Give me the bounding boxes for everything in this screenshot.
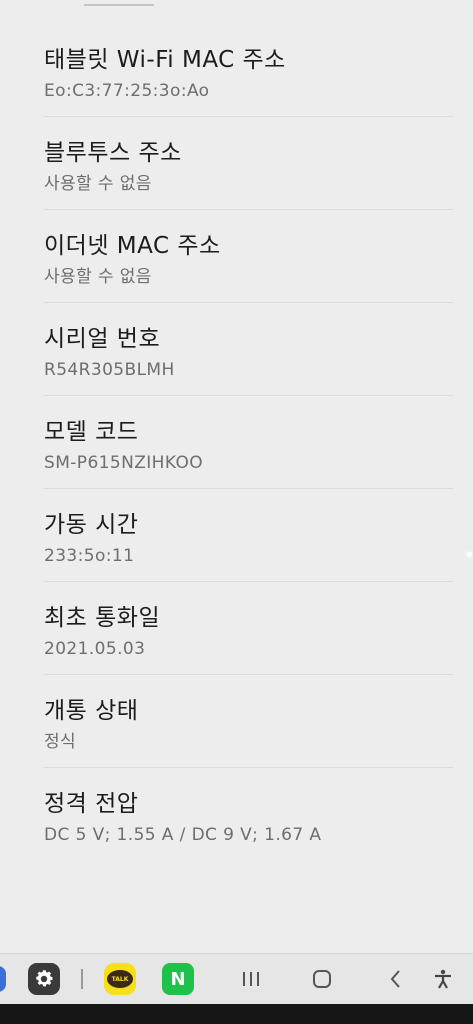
info-item-first-call-date[interactable]: 최초 통화일 2021.05.03 [44,582,453,675]
item-value: 233:5o:11 [44,546,135,566]
item-title: 시리얼 번호 [44,326,161,352]
home-button[interactable] [306,963,338,995]
settings-app-button[interactable] [28,963,60,995]
item-title: 모델 코드 [44,419,139,445]
item-value: DC 5 V; 1.55 A / DC 9 V; 1.67 A [44,825,322,845]
item-title: 블루투스 주소 [44,140,182,166]
camera-light-dot [467,552,472,557]
info-item-activation-status[interactable]: 개통 상태 정식 [44,675,453,768]
info-item-bluetooth-address[interactable]: 블루투스 주소 사용할 수 없음 [44,117,453,210]
item-value: 2021.05.03 [44,639,146,659]
info-item-serial-number[interactable]: 시리얼 번호 R54R305BLMH [44,303,453,396]
accessibility-button[interactable] [427,963,459,995]
partial-app-icon[interactable] [0,966,6,992]
device-bezel [0,1004,473,1024]
device-info-list: 태블릿 Wi-Fi MAC 주소 Eo:C3:77:25:3o:Ao 블루투스 … [0,24,473,860]
previous-item-fragment [84,0,154,6]
phone-info-screen: 태블릿 Wi-Fi MAC 주소 Eo:C3:77:25:3o:Ao 블루투스 … [0,0,473,1024]
item-value: Eo:C3:77:25:3o:Ao [44,81,210,101]
info-item-ethernet-mac[interactable]: 이더넷 MAC 주소 사용할 수 없음 [44,210,453,303]
accessibility-icon [435,969,451,989]
kakaotalk-icon: TALK [107,970,133,988]
item-value: R54R305BLMH [44,360,175,380]
item-value: 사용할 수 없음 [44,174,152,194]
taskbar: TALK N [0,953,473,1004]
recents-button[interactable] [235,963,267,995]
info-item-wifi-mac[interactable]: 태블릿 Wi-Fi MAC 주소 Eo:C3:77:25:3o:Ao [44,24,453,117]
kakaotalk-app-button[interactable]: TALK [104,963,136,995]
taskbar-divider [81,969,83,989]
item-title: 이더넷 MAC 주소 [44,233,221,259]
item-title: 가동 시간 [44,512,139,538]
recents-icon [243,972,259,986]
item-value: SM-P615NZIHKOO [44,453,204,473]
settings-gear-icon [36,970,53,987]
item-title: 태블릿 Wi-Fi MAC 주소 [44,47,286,73]
info-item-model-code[interactable]: 모델 코드 SM-P615NZIHKOO [44,396,453,489]
info-item-rated-voltage[interactable]: 정격 전압 DC 5 V; 1.55 A / DC 9 V; 1.67 A [44,768,453,860]
item-value: 사용할 수 없음 [44,267,152,287]
item-title: 최초 통화일 [44,605,161,631]
item-title: 정격 전압 [44,791,139,817]
home-icon [313,970,331,988]
item-title: 개통 상태 [44,698,139,724]
item-value: 정식 [44,732,77,752]
naver-app-button[interactable]: N [162,963,194,995]
back-button[interactable] [380,963,412,995]
back-icon [390,970,400,988]
naver-icon: N [170,968,186,990]
info-item-uptime[interactable]: 가동 시간 233:5o:11 [44,489,453,582]
